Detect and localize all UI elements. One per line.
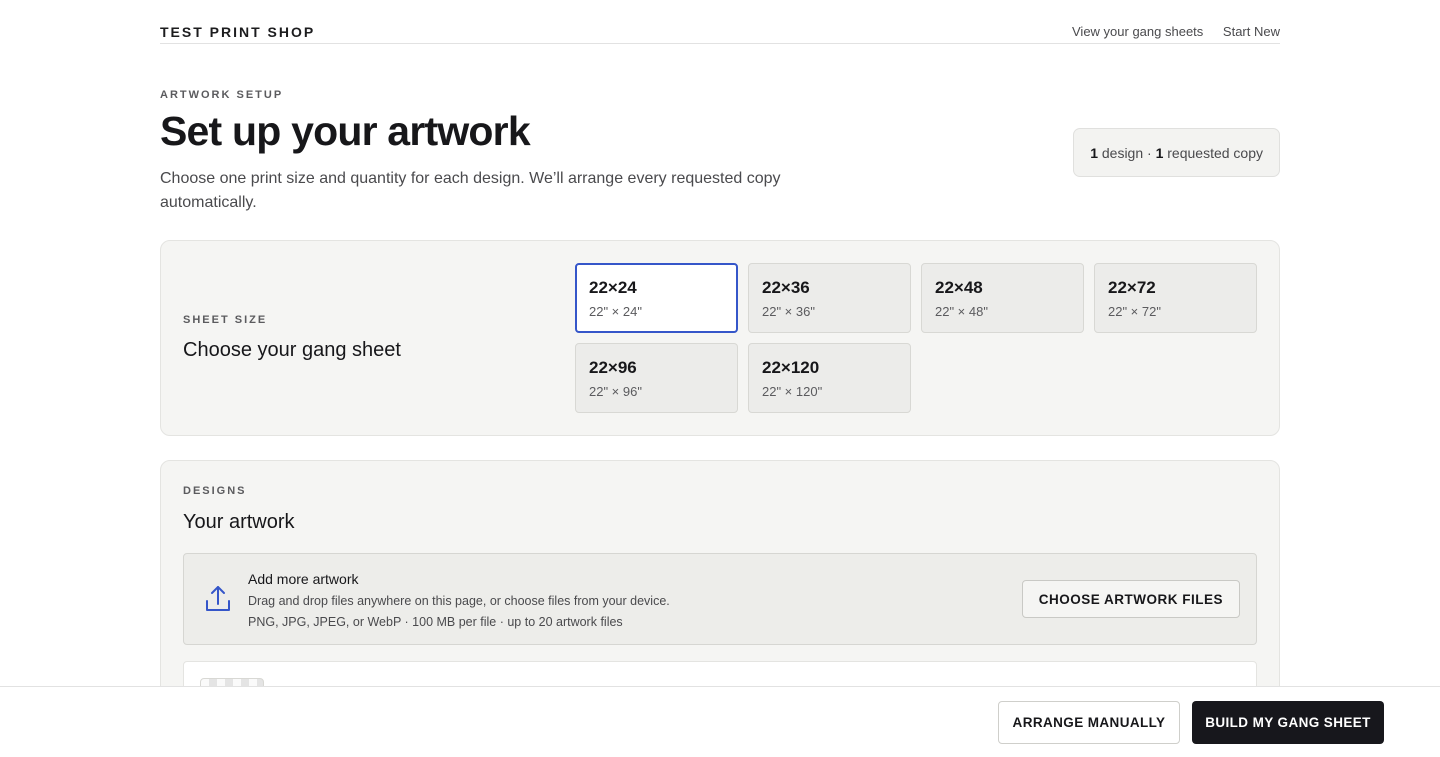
- sheet-size-heading: Choose your gang sheet: [183, 339, 401, 361]
- designs-label: DESIGNS: [183, 485, 247, 497]
- page-eyebrow: ARTWORK SETUP: [160, 89, 284, 101]
- sheet-option-dims: 22" × 36": [762, 304, 815, 319]
- sheet-option-name: 22×24: [589, 278, 637, 297]
- designs-heading: Your artwork: [183, 511, 295, 533]
- sheet-option-22x120[interactable]: 22×120 22" × 120": [748, 343, 911, 413]
- action-footer: ARRANGE MANUALLY BUILD MY GANG SHEET: [0, 686, 1440, 757]
- sheet-option-22x72[interactable]: 22×72 22" × 72": [1094, 263, 1257, 333]
- sheet-option-name: 22×48: [935, 278, 983, 297]
- upload-icon: [204, 584, 232, 614]
- build-gang-sheet-button[interactable]: BUILD MY GANG SHEET: [1192, 701, 1384, 744]
- top-bar: TEST PRINT SHOP View your gang sheets St…: [160, 0, 1280, 44]
- top-nav: View your gang sheets Start New: [1056, 24, 1280, 39]
- sheet-option-dims: 22" × 24": [589, 304, 642, 319]
- choose-artwork-files-button[interactable]: CHOOSE ARTWORK FILES: [1021, 580, 1240, 618]
- sheet-option-22x36[interactable]: 22×36 22" × 36": [748, 263, 911, 333]
- sheet-option-name: 22×72: [1108, 278, 1156, 297]
- sheet-option-dims: 22" × 120": [762, 384, 823, 399]
- brand-logo[interactable]: TEST PRINT SHOP: [160, 24, 315, 40]
- sheet-size-panel: SHEET SIZE Choose your gang sheet 22×24 …: [160, 240, 1280, 436]
- sheet-option-name: 22×96: [589, 358, 637, 377]
- page-title: Set up your artwork: [160, 108, 531, 154]
- sheet-option-dims: 22" × 96": [589, 384, 642, 399]
- nav-view-gang-sheets[interactable]: View your gang sheets: [1072, 24, 1203, 39]
- page-subtitle: Choose one print size and quantity for e…: [160, 170, 781, 211]
- upload-dropzone[interactable]: Add more artwork Drag and drop files any…: [183, 553, 1257, 645]
- sheet-option-22x24[interactable]: 22×24 22" × 24": [575, 263, 738, 333]
- arrange-manually-button[interactable]: ARRANGE MANUALLY: [998, 701, 1180, 744]
- sheet-option-name: 22×36: [762, 278, 810, 297]
- nav-start-new[interactable]: Start New: [1223, 24, 1280, 39]
- design-count-label: design ·: [1101, 144, 1152, 161]
- sheet-size-label: SHEET SIZE: [183, 314, 268, 326]
- upload-description: Drag and drop files anywhere on this pag…: [248, 594, 670, 608]
- copy-count: 1: [1155, 144, 1164, 161]
- summary-badge: 1 design · 1 requested copy: [1073, 128, 1280, 177]
- sheet-option-name: 22×120: [762, 358, 820, 377]
- sheet-option-22x48[interactable]: 22×48 22" × 48": [921, 263, 1084, 333]
- design-count: 1: [1090, 144, 1098, 161]
- sheet-option-22x96[interactable]: 22×96 22" × 96": [575, 343, 738, 413]
- copy-count-label: requested copy: [1167, 144, 1263, 161]
- sheet-option-dims: 22" × 48": [935, 304, 988, 319]
- upload-title: Add more artwork: [248, 571, 359, 587]
- sheet-option-dims: 22" × 72": [1108, 304, 1161, 319]
- upload-file-requirements: PNG, JPG, JPEG, or WebP · 100 MB per fil…: [248, 615, 623, 629]
